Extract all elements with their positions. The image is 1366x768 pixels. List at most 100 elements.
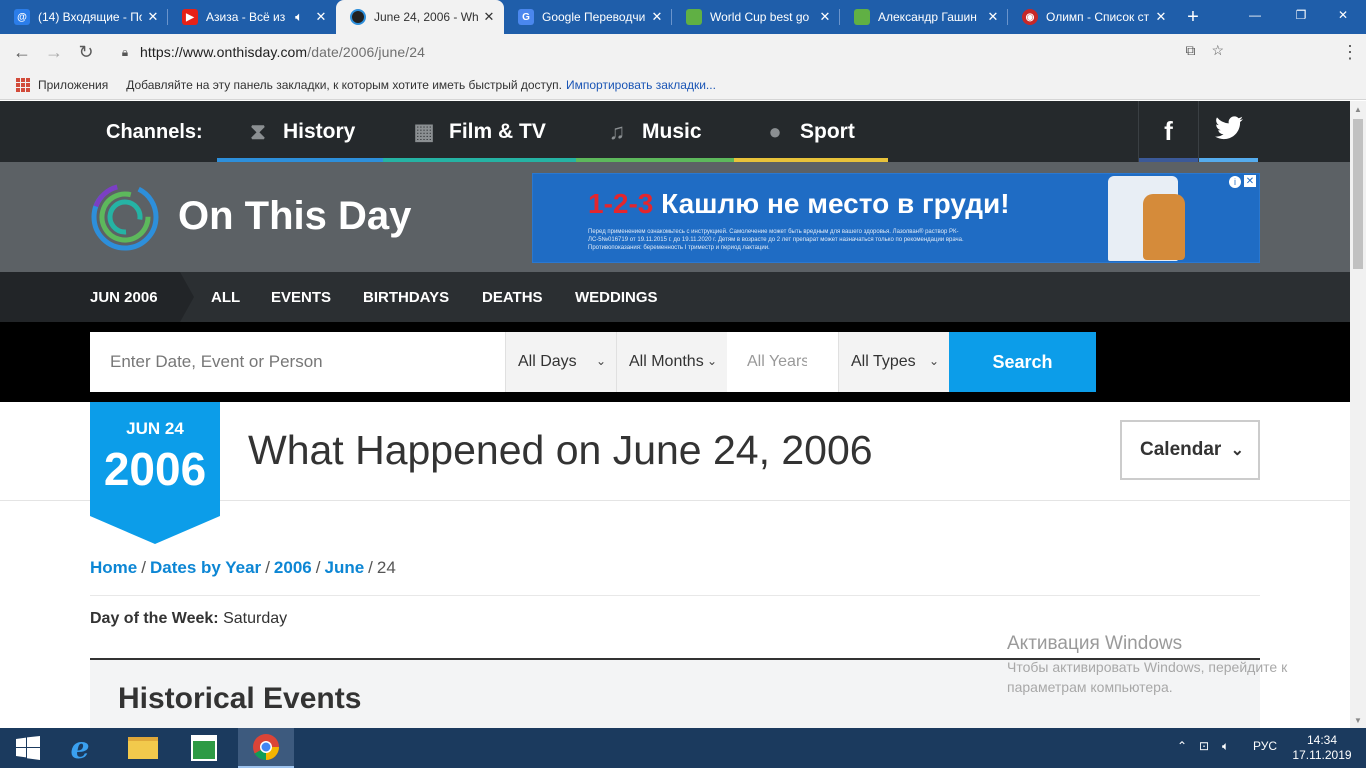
store-icon[interactable] [176, 728, 232, 768]
browser-tab[interactable]: G Google Переводчи ✕ [504, 0, 672, 34]
ad-close-icon[interactable]: ✕ [1244, 175, 1256, 187]
system-clock[interactable]: 14:34 17.11.2019 [1290, 733, 1354, 763]
close-tab-icon[interactable]: ✕ [482, 9, 496, 25]
address-bar[interactable]: 🔒︎ https://www.onthisday.com/date/2006/j… [110, 38, 1244, 66]
search-input[interactable]: Enter Date, Event or Person [90, 332, 505, 392]
site-name[interactable]: On This Day [178, 194, 411, 239]
url-text[interactable]: https://www.onthisday.com/date/2006/june… [140, 44, 425, 60]
onthisday-icon [350, 9, 366, 25]
channels-nav: Channels: ⧗ History ▦ Film & TV ♫ Music … [0, 101, 1350, 162]
date-badge: JUN 24 2006 [90, 402, 220, 544]
ad-fine-print: Перед применением ознакомьтесь с инструк… [588, 229, 964, 251]
ball-icon: ● [768, 118, 782, 144]
close-tab-icon[interactable]: ✕ [1154, 9, 1168, 25]
hourglass-icon: ⧗ [250, 118, 266, 144]
tray-expand-icon[interactable]: ⌃ [1177, 739, 1187, 753]
advertisement-banner[interactable]: 1-2-3 Кашлю не место в груди! Перед прим… [532, 173, 1260, 263]
close-window-icon[interactable]: ✕ [1320, 0, 1366, 30]
chrome-taskbar-icon[interactable] [238, 728, 294, 768]
close-tab-icon[interactable]: ✕ [818, 9, 832, 25]
translate-icon[interactable]: ⧉ [1185, 42, 1195, 59]
twitter-button[interactable] [1198, 101, 1258, 162]
language-indicator[interactable]: РУС [1253, 739, 1277, 753]
menu-icon[interactable]: ⋮ [1334, 36, 1366, 68]
scroll-down-icon[interactable]: ▼ [1350, 712, 1366, 728]
file-explorer-icon[interactable] [115, 728, 171, 768]
start-button[interactable] [0, 728, 56, 768]
years-input[interactable]: All Years [727, 332, 838, 392]
types-select[interactable]: All Types ⌄ [838, 332, 949, 392]
tab-title: Google Переводчи [542, 10, 646, 24]
breadcrumb-home[interactable]: Home [90, 558, 137, 577]
breadcrumb-year[interactable]: 2006 [274, 558, 312, 577]
chevron-down-icon: ⌄ [595, 354, 606, 368]
network-icon[interactable]: ⊡ [1199, 739, 1209, 753]
subnav-all[interactable]: ALL [211, 289, 240, 306]
days-select[interactable]: All Days ⌄ [505, 332, 616, 392]
chevron-down-icon: ⌄ [1230, 442, 1244, 459]
subnav-current[interactable]: JUN 2006 [0, 272, 194, 322]
badge-year: 2006 [103, 443, 207, 495]
volume-icon[interactable]: 🔈︎ [1222, 739, 1229, 754]
film-icon: ▦ [413, 118, 435, 144]
browser-tab-active[interactable]: June 24, 2006 - Wh ✕ [336, 0, 504, 34]
restore-icon[interactable]: ❐ [1278, 0, 1324, 30]
import-bookmarks-link[interactable]: Импортировать закладки... [566, 78, 716, 92]
day-of-week: Day of the Week: Saturday [90, 610, 288, 627]
lock-icon: 🔒︎ [121, 44, 129, 59]
internet-explorer-icon[interactable]: e [52, 728, 108, 768]
subnav-birthdays[interactable]: BIRTHDAYS [363, 289, 449, 306]
close-tab-icon[interactable]: ✕ [314, 9, 328, 25]
scrollbar-thumb[interactable] [1353, 119, 1363, 269]
tab-title: Азиза - Всё из [206, 10, 286, 24]
browser-tab[interactable]: World Cup best go ✕ [672, 0, 840, 34]
green-square-icon [686, 9, 702, 25]
close-tab-icon[interactable]: ✕ [650, 9, 664, 25]
scroll-up-icon[interactable]: ▲ [1350, 101, 1366, 117]
new-tab-button[interactable]: + [1176, 0, 1210, 34]
reload-icon[interactable]: ↻ [70, 36, 102, 68]
breadcrumb-month[interactable]: June [324, 558, 364, 577]
chevron-down-icon: ⌄ [928, 354, 939, 368]
bookmarks-bar: Приложения Добавляйте на эту панель закл… [0, 70, 1366, 100]
channel-label: Film & TV [449, 119, 546, 143]
channel-music[interactable]: ♫ Music [576, 101, 734, 162]
breadcrumb-day: 24 [376, 558, 396, 577]
forward-icon[interactable]: → [38, 36, 70, 68]
browser-tab[interactable]: @ (14) Входящие - По ✕ [0, 0, 168, 34]
windows-activation-title: Активация Windows [1007, 633, 1183, 654]
subnav-events[interactable]: EVENTS [271, 289, 331, 306]
browser-tab[interactable]: ▶ Азиза - Всё из 🔈︎ ✕ [168, 0, 336, 34]
channel-history[interactable]: ⧗ History [217, 101, 383, 162]
ad-headline: 1-2-3 Кашлю не место в груди! [588, 188, 1010, 219]
subnav-weddings[interactable]: WEDDINGS [575, 289, 658, 306]
chevron-down-icon: ⌄ [706, 354, 717, 368]
channel-film-tv[interactable]: ▦ Film & TV [383, 101, 576, 162]
speaker-icon[interactable]: 🔈︎ [292, 9, 306, 25]
facebook-button[interactable]: f [1138, 101, 1198, 162]
apps-icon[interactable] [16, 77, 30, 92]
onthisday-logo[interactable] [90, 182, 160, 252]
months-select[interactable]: All Months ⌄ [616, 332, 727, 392]
minimize-icon[interactable]: — [1232, 0, 1278, 30]
channel-sport[interactable]: ● Sport [734, 101, 888, 162]
ad-info-icon[interactable]: i [1229, 176, 1241, 188]
star-icon[interactable]: ☆ [1211, 42, 1224, 59]
calendar-button[interactable]: Calendar ⌄ [1120, 420, 1260, 480]
tab-title: Александр Гашин [878, 10, 977, 24]
apps-link[interactable]: Приложения [38, 78, 108, 92]
breadcrumb-dates-by-year[interactable]: Dates by Year [150, 558, 261, 577]
close-tab-icon[interactable]: ✕ [146, 9, 160, 25]
bookmarks-hint: Добавляйте на эту панель закладки, к кот… [126, 77, 562, 92]
badge-monthday: JUN 24 [126, 419, 184, 438]
tab-title: Олимп - Список ст [1046, 10, 1150, 24]
back-icon[interactable]: ← [6, 36, 38, 68]
close-tab-icon[interactable]: ✕ [986, 9, 1000, 25]
browser-tab[interactable]: Александр Гашин ✕ [840, 0, 1008, 34]
subnav-deaths[interactable]: DEATHS [482, 289, 543, 306]
mail-icon: @ [14, 9, 30, 25]
browser-tab[interactable]: ◉ Олимп - Список ст ✕ [1008, 0, 1176, 34]
page-scrollbar[interactable]: ▲ ▼ [1350, 101, 1366, 728]
tab-strip: @ (14) Входящие - По ✕ ▶ Азиза - Всё из … [0, 0, 1366, 34]
search-button[interactable]: Search [949, 332, 1096, 392]
